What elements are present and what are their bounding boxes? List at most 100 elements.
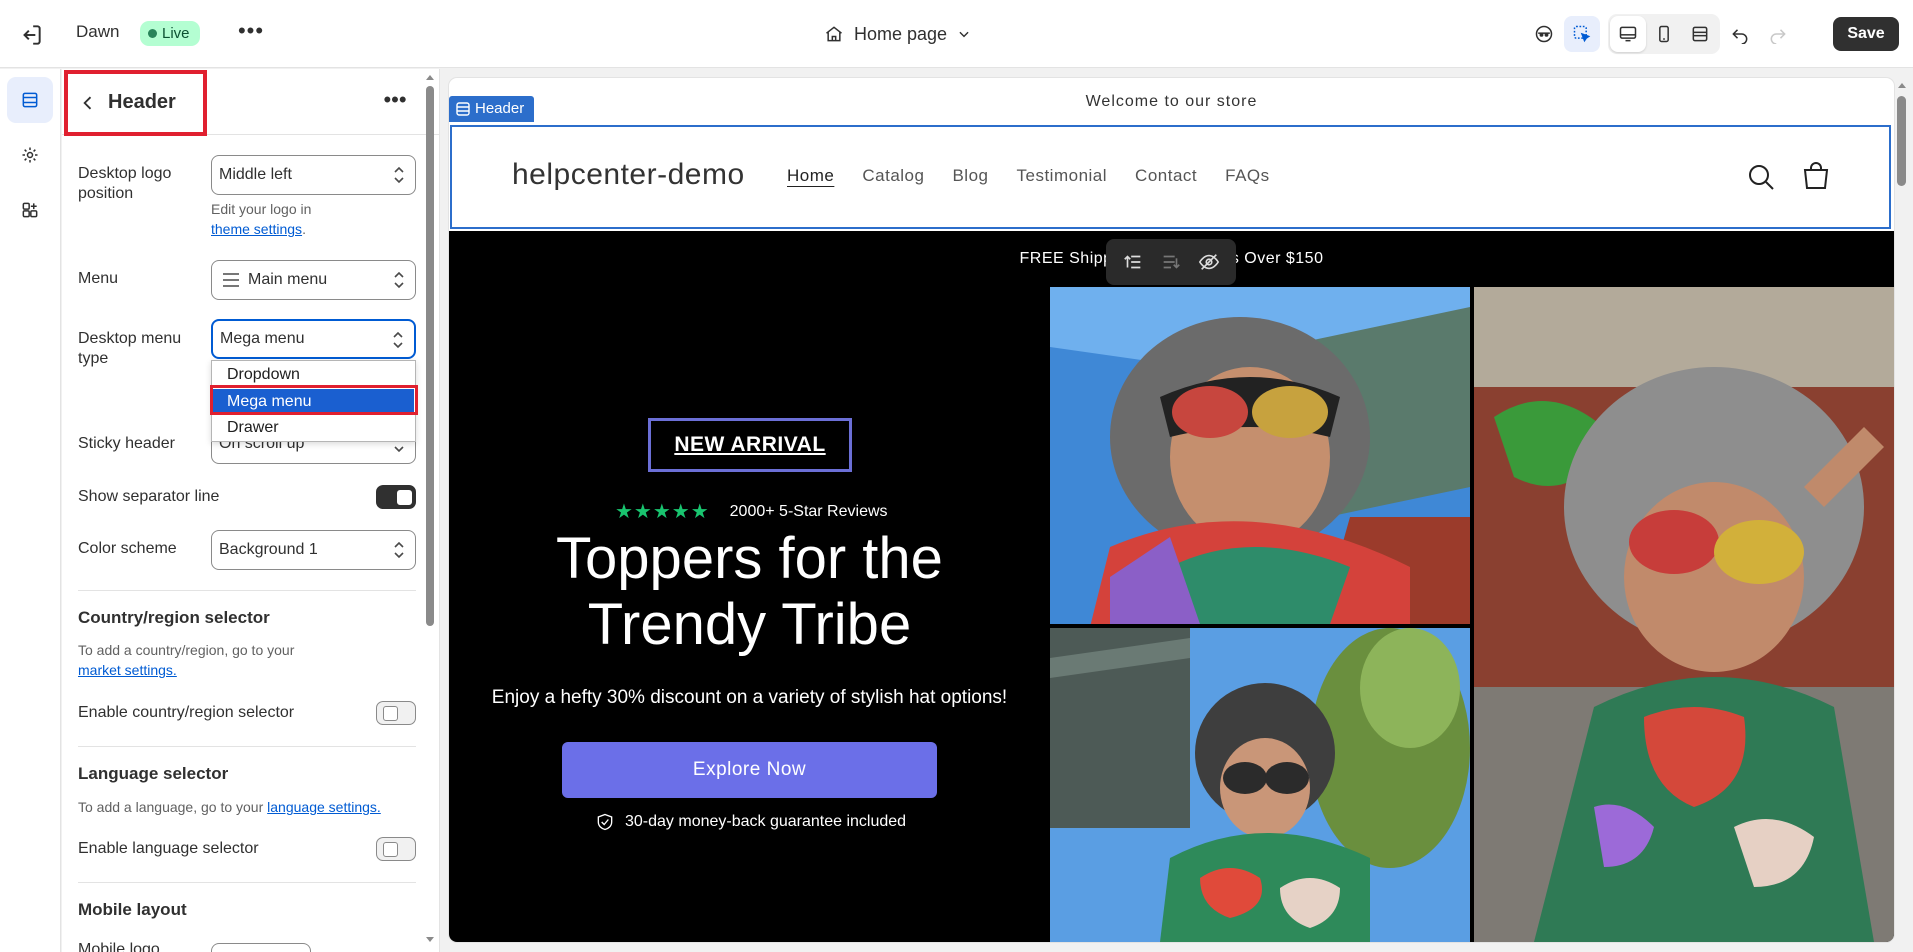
separator-toggle[interactable] <box>376 485 416 509</box>
nav-faqs[interactable]: FAQs <box>1225 166 1270 186</box>
menu-type-value: Mega menu <box>220 330 305 347</box>
market-settings-link[interactable]: market settings. <box>78 662 177 678</box>
desktop-view-icon[interactable] <box>1610 16 1646 52</box>
menu-list-icon <box>223 273 239 287</box>
undo-icon[interactable] <box>1722 16 1758 52</box>
live-status-badge: Live <box>140 21 200 46</box>
select-chevron-icon <box>393 331 403 349</box>
select-chevron-icon <box>394 166 404 184</box>
menu-type-label: Desktop menu type <box>78 330 182 367</box>
hero-section: FREE Shipping on All Orders Over $150 NE… <box>449 231 1894 942</box>
logo-help-text: Edit your logo in theme settings. <box>211 199 311 239</box>
select-chevron-icon <box>394 271 404 289</box>
move-down-icon <box>1163 255 1180 269</box>
nav-catalog[interactable]: Catalog <box>862 166 924 186</box>
hero-title: Toppers for the Trendy Tribe <box>449 526 1050 658</box>
block-toolbar <box>1106 239 1236 285</box>
five-star-icon: ★★★★★ <box>615 501 710 523</box>
reviews-text: 2000+ 5-Star Reviews <box>729 502 888 520</box>
hero-title-line2: Trendy Tribe <box>587 592 912 657</box>
search-icon[interactable] <box>1746 162 1776 192</box>
nav-testimonial[interactable]: Testimonial <box>1017 166 1108 186</box>
country-help-text: To add a country/region, go to your mark… <box>78 640 294 680</box>
hide-eye-icon[interactable] <box>1198 251 1220 273</box>
store-preview: Welcome to our store Header helpcenter-d… <box>449 78 1894 942</box>
hero-photo-bottom-left <box>1050 628 1470 942</box>
select-chevron-icon <box>394 541 404 559</box>
logo-position-select[interactable]: Middle left <box>211 155 416 195</box>
sections-icon[interactable] <box>7 77 53 123</box>
theme-settings-icon[interactable] <box>7 132 53 178</box>
dropdown-option-drawer[interactable]: Drawer <box>213 415 414 441</box>
panel-more-button[interactable]: ••• <box>380 87 410 117</box>
language-settings-link[interactable]: language settings. <box>267 799 381 815</box>
logo-help-period: . <box>302 221 306 237</box>
store-logo[interactable]: helpcenter-demo <box>512 158 745 192</box>
header-tag-label: Header <box>475 100 525 117</box>
language-section-title: Language selector <box>78 764 229 783</box>
nav-blog[interactable]: Blog <box>952 166 988 186</box>
color-scheme-label: Color scheme <box>78 540 177 557</box>
mobile-logo-select[interactable] <box>211 943 311 952</box>
nav-contact[interactable]: Contact <box>1135 166 1197 186</box>
section-icon <box>456 102 470 116</box>
sticky-header-label: Sticky header <box>78 435 175 452</box>
hero-photo-right <box>1474 287 1894 942</box>
color-scheme-value: Background 1 <box>219 541 318 558</box>
theme-settings-link[interactable]: theme settings <box>211 221 302 237</box>
logo-help-prefix: Edit your logo in <box>211 201 312 217</box>
scroll-down-arrow-icon[interactable] <box>425 936 435 944</box>
color-scheme-select[interactable]: Background 1 <box>211 530 416 570</box>
save-button[interactable]: Save <box>1833 17 1899 51</box>
language-selector-toggle[interactable] <box>376 837 416 861</box>
hero-subtitle: Enjoy a hefty 30% discount on a variety … <box>491 687 1008 708</box>
page-selector-label: Home page <box>854 23 948 44</box>
home-icon <box>826 26 842 42</box>
explore-now-button[interactable]: Explore Now <box>562 742 937 798</box>
preview-scroll-thumb[interactable] <box>1897 96 1906 186</box>
page-selector[interactable]: Home page <box>824 20 971 48</box>
scroll-up-arrow-icon[interactable] <box>425 73 435 81</box>
inspector-icon[interactable] <box>1564 16 1600 52</box>
divider <box>78 882 416 883</box>
language-help-prefix: To add a language, go to your <box>78 799 264 815</box>
move-up-icon[interactable] <box>1122 251 1144 273</box>
fullscreen-view-icon[interactable] <box>1682 16 1718 52</box>
menu-label: Menu <box>78 270 119 287</box>
more-actions-button[interactable]: ••• <box>236 18 266 48</box>
main-nav: Home Catalog Blog Testimonial Contact FA… <box>787 166 1270 186</box>
ai-sidekick-icon[interactable] <box>1526 16 1562 52</box>
hero-title-line1: Toppers for the <box>556 526 943 591</box>
country-section-title: Country/region selector <box>78 608 270 627</box>
preview-scroll-up-icon[interactable] <box>1897 81 1907 89</box>
editor-topbar: Dawn Live ••• Home page Save <box>0 0 1913 68</box>
guarantee-text: 30-day money-back guarantee included <box>625 813 907 830</box>
left-icon-rail <box>0 69 61 952</box>
country-selector-toggle[interactable] <box>376 701 416 725</box>
menu-value: Main menu <box>248 271 328 288</box>
separator-label: Show separator line <box>78 488 220 505</box>
header-section-tag[interactable]: Header <box>449 96 535 122</box>
country-enable-label: Enable country/region selector <box>78 704 295 721</box>
redo-icon <box>1760 16 1796 52</box>
new-arrival-badge[interactable]: NEW ARRIVAL <box>648 418 852 472</box>
guarantee-row: 30-day money-back guarantee included <box>595 812 906 832</box>
logo-position-value: Middle left <box>219 166 292 183</box>
theme-name: Dawn <box>76 22 120 41</box>
language-enable-label: Enable language selector <box>78 840 259 857</box>
divider <box>78 746 416 747</box>
panel-scroll-thumb[interactable] <box>426 86 434 626</box>
exit-icon[interactable] <box>18 22 44 48</box>
logo-position-label: Desktop logo position <box>78 165 172 202</box>
country-help-prefix: To add a country/region, go to your <box>78 642 295 658</box>
divider <box>78 590 416 591</box>
app-embeds-icon[interactable] <box>7 187 53 233</box>
cart-icon[interactable] <box>1801 162 1831 192</box>
menu-type-select[interactable]: Mega menu <box>211 319 416 359</box>
menu-select[interactable]: Main menu <box>211 260 416 300</box>
header-title-highlight <box>64 70 207 136</box>
shield-check-icon <box>597 813 613 831</box>
mobile-logo-label: Mobile logo <box>78 941 160 952</box>
mobile-view-icon[interactable] <box>1646 16 1682 52</box>
nav-home[interactable]: Home <box>787 166 834 186</box>
